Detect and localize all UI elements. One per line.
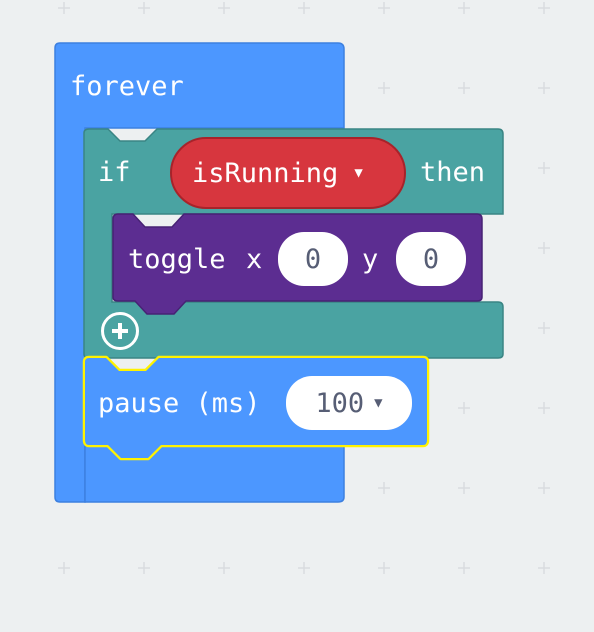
- plus-circle-icon[interactable]: [101, 312, 139, 350]
- toggle-x-input[interactable]: 0: [278, 232, 348, 286]
- chevron-down-icon: ▼: [374, 395, 383, 411]
- condition-variable-label: isRunning: [192, 157, 339, 189]
- condition-variable-dropdown[interactable]: isRunning ▼: [170, 137, 406, 209]
- toggle-y-label: y: [362, 244, 379, 275]
- pause-duration-dropdown[interactable]: 100 ▼: [286, 376, 412, 430]
- pause-label: pause (ms): [98, 388, 261, 419]
- if-label: if: [98, 157, 131, 188]
- toggle-x-label: x: [246, 244, 263, 275]
- chevron-down-icon: ▼: [354, 165, 363, 181]
- toggle-label: toggle: [128, 244, 226, 275]
- plus-icon: [112, 323, 128, 339]
- pause-duration-value: 100: [315, 387, 365, 419]
- toggle-y-input[interactable]: 0: [396, 232, 466, 286]
- then-label: then: [420, 157, 486, 188]
- forever-label: forever: [70, 71, 184, 102]
